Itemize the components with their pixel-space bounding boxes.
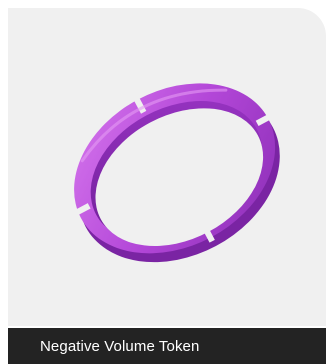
ring-shape [71, 83, 280, 263]
product-title[interactable]: Negative Volume Token [40, 338, 199, 355]
product-image-panel[interactable] [8, 8, 326, 326]
ring-token-icon [71, 83, 280, 263]
caption-bar: Negative Volume Token [8, 328, 326, 364]
product-card[interactable]: Negative Volume Token [0, 0, 333, 364]
